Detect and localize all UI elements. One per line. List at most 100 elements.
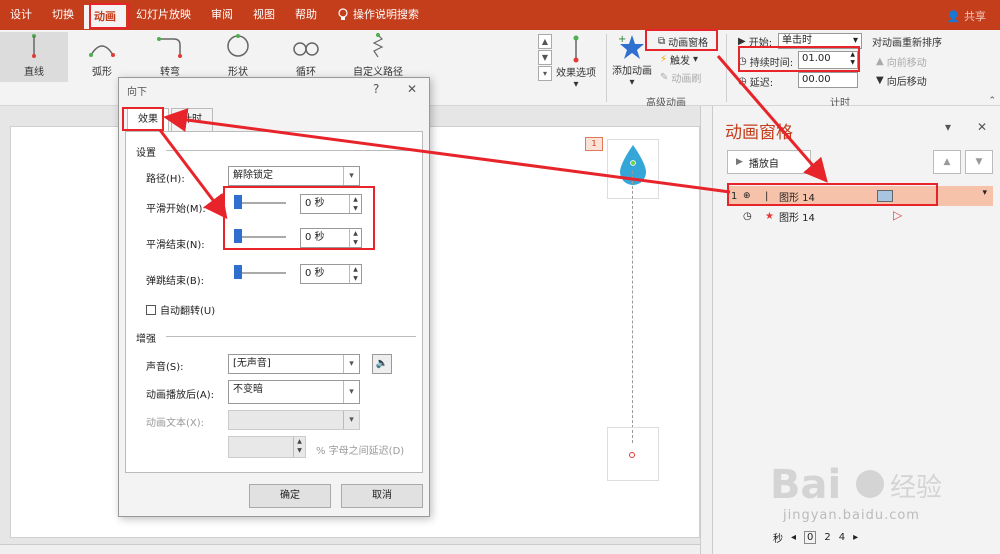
separator [606, 34, 607, 102]
ok-button[interactable]: 确定 [249, 484, 331, 508]
start-value: 单击时 [782, 35, 812, 46]
spinner-icon[interactable]: ▲ ▼ [349, 265, 361, 283]
animation-order-badge[interactable]: 1 [585, 137, 603, 151]
highlight-effect-tab [122, 107, 164, 131]
path-custom[interactable]: 自定义路径 [340, 32, 416, 82]
effect-options-label: 效果选项 [556, 68, 596, 79]
effect-options-button[interactable]: 效果选项 ▾ [556, 34, 596, 90]
tab-slideshow[interactable]: 幻灯片放映 [126, 0, 201, 30]
move-earlier-button[interactable]: ▲ 向前移动 [876, 54, 927, 69]
path-arc[interactable]: 弧形 [68, 32, 136, 82]
path-select[interactable]: 解除锁定 ▾ [228, 166, 360, 186]
lightning-icon: ⚡ [660, 54, 668, 65]
path-loop-label: 循环 [296, 67, 316, 78]
animation-row[interactable]: ◷ ★ 图形 14 ▷ [727, 206, 993, 226]
tab-transitions[interactable]: 切换 [42, 0, 84, 30]
delay-label: 延迟: [749, 78, 774, 89]
lightbulb-icon [338, 8, 348, 20]
delay-label-row: ◷ 延迟: [738, 74, 773, 89]
tell-me-search[interactable]: 操作说明搜索 [327, 0, 429, 30]
chevron-down-icon[interactable]: ▾ [982, 188, 987, 198]
vertical-scrollbar[interactable] [700, 106, 712, 554]
bounce-end-spinner[interactable]: 0 秒 ▲ ▼ [300, 264, 362, 284]
motion-path-line[interactable] [632, 171, 633, 443]
spinner-icon[interactable]: ▲ ▼ [293, 437, 305, 457]
auto-reverse-checkbox[interactable]: 自动翻转(U) [146, 302, 215, 317]
path-shapes-label: 形状 [228, 67, 248, 78]
divider [166, 336, 416, 337]
path-custom-label: 自定义路径 [353, 67, 403, 78]
brush-icon: ✎ [660, 72, 669, 83]
delay-input[interactable]: 00.00 [798, 72, 858, 88]
triangle-up-icon: ▲ [876, 56, 884, 67]
water-drop-shape[interactable] [616, 143, 650, 187]
animation-painter-button[interactable]: ✎ 动画刷 [660, 70, 701, 85]
reorder-label: 对动画重新排序 [872, 38, 942, 49]
path-turn[interactable]: 转弯 [136, 32, 204, 82]
animation-pane-title: 动画窗格 [725, 123, 793, 143]
dialog-title: 向下 [127, 87, 147, 98]
share-button[interactable]: 👤 共享 [947, 8, 986, 24]
path-shapes[interactable]: 形状 [204, 32, 272, 82]
move-later-label: 向后移动 [886, 77, 927, 88]
baidu-watermark-logo: Bai 经验 [770, 462, 942, 508]
help-icon[interactable]: ? [373, 82, 379, 96]
path-arc-label: 弧形 [92, 67, 112, 78]
path-loop[interactable]: 循环 [272, 32, 340, 82]
path-turn-label: 转弯 [160, 67, 180, 78]
pane-menu-icon[interactable]: ▾ [945, 120, 951, 134]
collapse-ribbon-icon[interactable]: ⌃ [988, 96, 996, 106]
tab-help[interactable]: 帮助 [285, 0, 327, 30]
line-path-icon [32, 34, 36, 58]
clock-icon: ◷ [738, 76, 747, 87]
trigger-button[interactable]: ⚡ 触发 ▾ [660, 52, 698, 67]
play-from-button[interactable]: ▶ 播放自 [727, 150, 811, 174]
chevron-down-icon: ▾ [693, 54, 699, 65]
path-value: 解除锁定 [233, 170, 273, 181]
tab-view[interactable]: 视图 [243, 0, 285, 30]
arc-path-icon [89, 45, 115, 57]
horizontal-scrollbar[interactable] [0, 544, 700, 554]
bounce-end-slider[interactable] [234, 264, 286, 282]
pane-close-icon[interactable]: ✕ [977, 120, 987, 134]
triangle-down-icon: ▼ [975, 157, 983, 167]
checkbox-box [146, 304, 156, 315]
path-label: 路径(H): [146, 174, 185, 185]
ribbon-tab-bar: 设计 切换 动画 幻灯片放映 审阅 视图 帮助 操作说明搜索 👤 共享 [0, 0, 1000, 30]
after-animation-select[interactable]: 不变暗 ▾ [228, 380, 360, 404]
sound-select[interactable]: [无声音] ▾ [228, 354, 360, 374]
speaker-icon[interactable]: 🔈 [372, 354, 392, 374]
animate-text-select[interactable]: ▾ [228, 410, 360, 430]
highlight-animation-pane-button [645, 29, 718, 51]
letter-delay-spinner[interactable]: ▲ ▼ [228, 436, 306, 458]
effect-options-dialog: 向下 ? ✕ 效果 计时 设置 路径(H): 解除锁定 ▾ 平滑开始(M): 0… [118, 77, 430, 517]
user-icon: 👤 [946, 10, 961, 23]
auto-reverse-label: 自动翻转(U) [160, 306, 216, 317]
tab-review[interactable]: 审阅 [201, 0, 243, 30]
tab-design[interactable]: 设计 [0, 0, 42, 30]
clock-icon: ◷ [743, 210, 752, 222]
cancel-button[interactable]: 取消 [341, 484, 423, 508]
move-down-button[interactable]: ▼ [965, 150, 993, 174]
move-up-button[interactable]: ▲ [933, 150, 961, 174]
highlight-animation-row [727, 183, 938, 206]
path-end-point[interactable] [629, 452, 635, 458]
chevron-down-icon: ▾ [343, 355, 359, 373]
loop-path-icon [293, 42, 319, 56]
gallery-more-icon[interactable]: ▾ [538, 66, 552, 81]
gallery-down-icon[interactable]: ▼ [538, 50, 552, 65]
effect-panel: 设置 路径(H): 解除锁定 ▾ 平滑开始(M): 0 秒 ▲ ▼ 平滑结束(N)… [125, 131, 423, 473]
smooth-end-label: 平滑结束(N): [146, 240, 205, 251]
move-later-button[interactable]: ▼ 向后移动 [876, 73, 927, 88]
path-line-label: 直线 [24, 67, 44, 78]
divider [166, 150, 416, 151]
play-from-label: 播放自 [748, 158, 779, 170]
star-icon: + [618, 34, 644, 59]
custom-path-icon [372, 33, 384, 58]
path-line[interactable]: 直线 [0, 32, 68, 82]
delay-value: 00.00 [802, 74, 831, 85]
chevron-down-icon: ▾ [343, 167, 359, 185]
close-icon[interactable]: ✕ [407, 82, 417, 96]
gallery-up-icon[interactable]: ▲ [538, 34, 552, 49]
tab-timing[interactable]: 计时 [171, 108, 213, 132]
